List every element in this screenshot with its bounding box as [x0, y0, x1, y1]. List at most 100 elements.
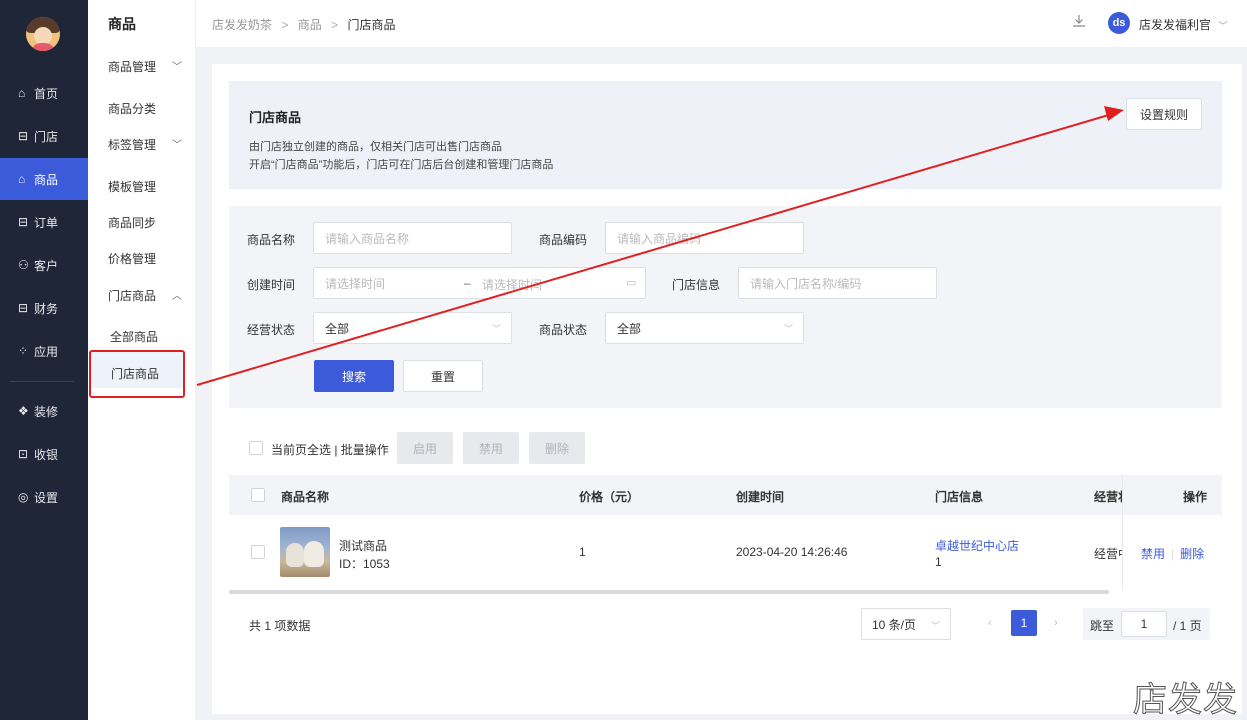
search-button[interactable]: 搜索 [314, 360, 394, 392]
page-title: 门店商品 [249, 110, 302, 125]
goods-status-select[interactable]: 全部 ﹀ [605, 312, 804, 344]
batch-disable-button[interactable]: 禁用 [463, 432, 519, 464]
rail-item-decor[interactable]: ❖ 装修 [0, 390, 88, 432]
top-bar: 店发发奶茶 > 商品 > 门店商品 ds 店发发福利官 ﹀ [196, 0, 1247, 48]
sidebar-item-store-goods[interactable]: 门店商品 ︿ [108, 287, 192, 304]
breadcrumb-item[interactable]: 商品 [298, 18, 322, 32]
biz-status-value: 全部 [325, 321, 350, 336]
horizontal-scrollbar[interactable] [229, 590, 1109, 594]
rail-item-goods[interactable]: ⌂ 商品 [0, 158, 88, 200]
col-price: 价格（元） [579, 490, 640, 504]
wallet-icon: ⊟ [18, 301, 29, 315]
select-all-checkbox[interactable] [249, 441, 263, 455]
rail-item-label: 设置 [34, 490, 59, 505]
page-1-button[interactable]: 1 [1011, 610, 1037, 636]
rail-item-label: 首页 [34, 86, 59, 101]
date-range-sep: – [464, 276, 471, 290]
sidebar-item-label: 商品管理 [108, 60, 157, 74]
chevron-down-icon: ﹀ [172, 140, 182, 151]
sidebar-item-templates[interactable]: 模板管理 [108, 178, 192, 195]
jump-input[interactable]: 1 [1121, 611, 1167, 637]
sidebar-item-sync[interactable]: 商品同步 [108, 214, 192, 231]
set-rules-button[interactable]: 设置规则 [1126, 98, 1202, 130]
rail-divider [10, 381, 74, 382]
sidebar-sub-all-goods[interactable]: 全部商品 [110, 328, 158, 345]
store-info-input[interactable]: 请输入门店名称/编码 [738, 267, 937, 299]
col-name: 商品名称 [281, 490, 330, 504]
breadcrumb-sep: > [331, 18, 339, 32]
rail-item-cashier[interactable]: ⊡ 收银 [0, 433, 88, 475]
rail-item-label: 订单 [34, 215, 59, 230]
ops-column: 操作 禁用 | 删除 [1122, 475, 1222, 590]
rail-item-label: 客户 [34, 258, 59, 273]
avatar[interactable] [26, 17, 60, 51]
store-info-label: 门店信息 [672, 278, 721, 292]
chevron-down-icon: ﹀ [930, 621, 940, 631]
rail-item-orders[interactable]: ⊟ 订单 [0, 201, 88, 243]
goods-price: 1 [579, 545, 586, 559]
rail-item-customers[interactable]: ⚇ 客户 [0, 244, 88, 286]
intro-description-1: 由门店独立创建的商品，仅相关门店可出售门店商品 [249, 141, 502, 153]
sidebar-item-goods-manage[interactable]: 商品管理 ﹀ [108, 58, 192, 75]
sidebar-item-label: 价格管理 [108, 252, 157, 266]
sidebar-item-category[interactable]: 商品分类 [108, 100, 192, 117]
row-checkbox[interactable] [251, 545, 265, 559]
store-link[interactable]: 卓越世纪中心店 [935, 537, 1019, 554]
decor-icon: ❖ [18, 404, 29, 418]
jump-total: / 1 页 [1173, 619, 1202, 633]
goods-code-label: 商品编码 [539, 233, 588, 247]
main-nav-rail: ⌂ 首页 ⊟ 门店 ⌂ 商品 ⊟ 订单 ⚇ 客户 ⊟ 财务 ⁘ 应用 ❖ 装修 … [0, 0, 88, 720]
breadcrumb-item[interactable]: 店发发奶茶 [212, 18, 272, 32]
intro-card: 门店商品 由门店独立创建的商品，仅相关门店可出售门店商品 开启“门店商品”功能后… [229, 81, 1222, 189]
prev-page-icon[interactable]: ‹ [988, 617, 992, 629]
apps-icon: ⁘ [18, 344, 29, 358]
rail-item-label: 应用 [34, 344, 59, 359]
cashier-icon: ⊡ [18, 447, 29, 461]
batch-delete-button[interactable]: 删除 [529, 432, 585, 464]
chevron-down-icon: ﹀ [172, 62, 182, 73]
sidebar-item-pricing[interactable]: 价格管理 [108, 250, 192, 267]
bag-icon: ⌂ [18, 172, 26, 186]
goods-thumbnail [280, 527, 330, 577]
time-start-placeholder: 请选择时间 [325, 276, 386, 291]
brand-logo: ds [1108, 12, 1130, 34]
sidebar-item-label: 商品同步 [108, 216, 157, 230]
store-icon: ⊟ [18, 129, 29, 143]
header-checkbox[interactable] [251, 488, 265, 502]
goods-table: 商品名称 价格（元） 创建时间 门店信息 经营状 测试商品 ID：1053 1 … [229, 475, 1222, 590]
created-time-range[interactable]: 请选择时间 [313, 267, 646, 299]
goods-status-value: 全部 [617, 321, 642, 336]
sidebar-item-tags[interactable]: 标签管理 ﹀ [108, 136, 192, 153]
next-page-icon[interactable]: › [1054, 617, 1058, 629]
reset-button[interactable]: 重置 [403, 360, 483, 392]
rail-item-apps[interactable]: ⁘ 应用 [0, 330, 88, 372]
goods-id: ID：1053 [339, 557, 390, 571]
delete-link[interactable]: 删除 [1180, 547, 1204, 561]
chevron-down-icon: ﹀ [783, 324, 793, 334]
batch-enable-button[interactable]: 启用 [397, 432, 453, 464]
chevron-down-icon: ﹀ [1218, 21, 1228, 31]
rail-item-finance[interactable]: ⊟ 财务 [0, 287, 88, 329]
user-menu[interactable]: 店发发福利官 ﹀ [1139, 16, 1227, 33]
rail-item-home[interactable]: ⌂ 首页 [0, 72, 88, 114]
goods-name-input[interactable]: 请输入商品名称 [313, 222, 512, 254]
disable-link[interactable]: 禁用 [1141, 547, 1165, 561]
biz-status-label: 经营状态 [247, 323, 296, 337]
watermark: 店发发 [1133, 680, 1238, 720]
goods-status-label: 商品状态 [539, 323, 588, 337]
batch-toolbar: 当前页全选 | 批量操作 启用 禁用 删除 [249, 432, 649, 464]
calendar-icon: ▭ [626, 277, 637, 289]
chevron-down-icon: ﹀ [491, 324, 501, 334]
page-size-select[interactable]: 10 条/页 ﹀ [861, 608, 951, 640]
page-size-value: 10 条/页 [872, 617, 917, 632]
goods-code-input[interactable]: 请输入商品编码 [605, 222, 804, 254]
download-icon[interactable] [1071, 13, 1089, 31]
annotation-highlight-box [89, 350, 185, 398]
rail-item-settings[interactable]: ◎ 设置 [0, 476, 88, 518]
rail-item-store[interactable]: ⊟ 门店 [0, 115, 88, 157]
table-header: 商品名称 价格（元） 创建时间 门店信息 经营状 [229, 475, 1222, 515]
chevron-up-icon: ︿ [172, 291, 182, 302]
sidebar-item-label: 商品分类 [108, 102, 157, 116]
col-created: 创建时间 [736, 490, 785, 504]
biz-status-select[interactable]: 全部 ﹀ [313, 312, 512, 344]
